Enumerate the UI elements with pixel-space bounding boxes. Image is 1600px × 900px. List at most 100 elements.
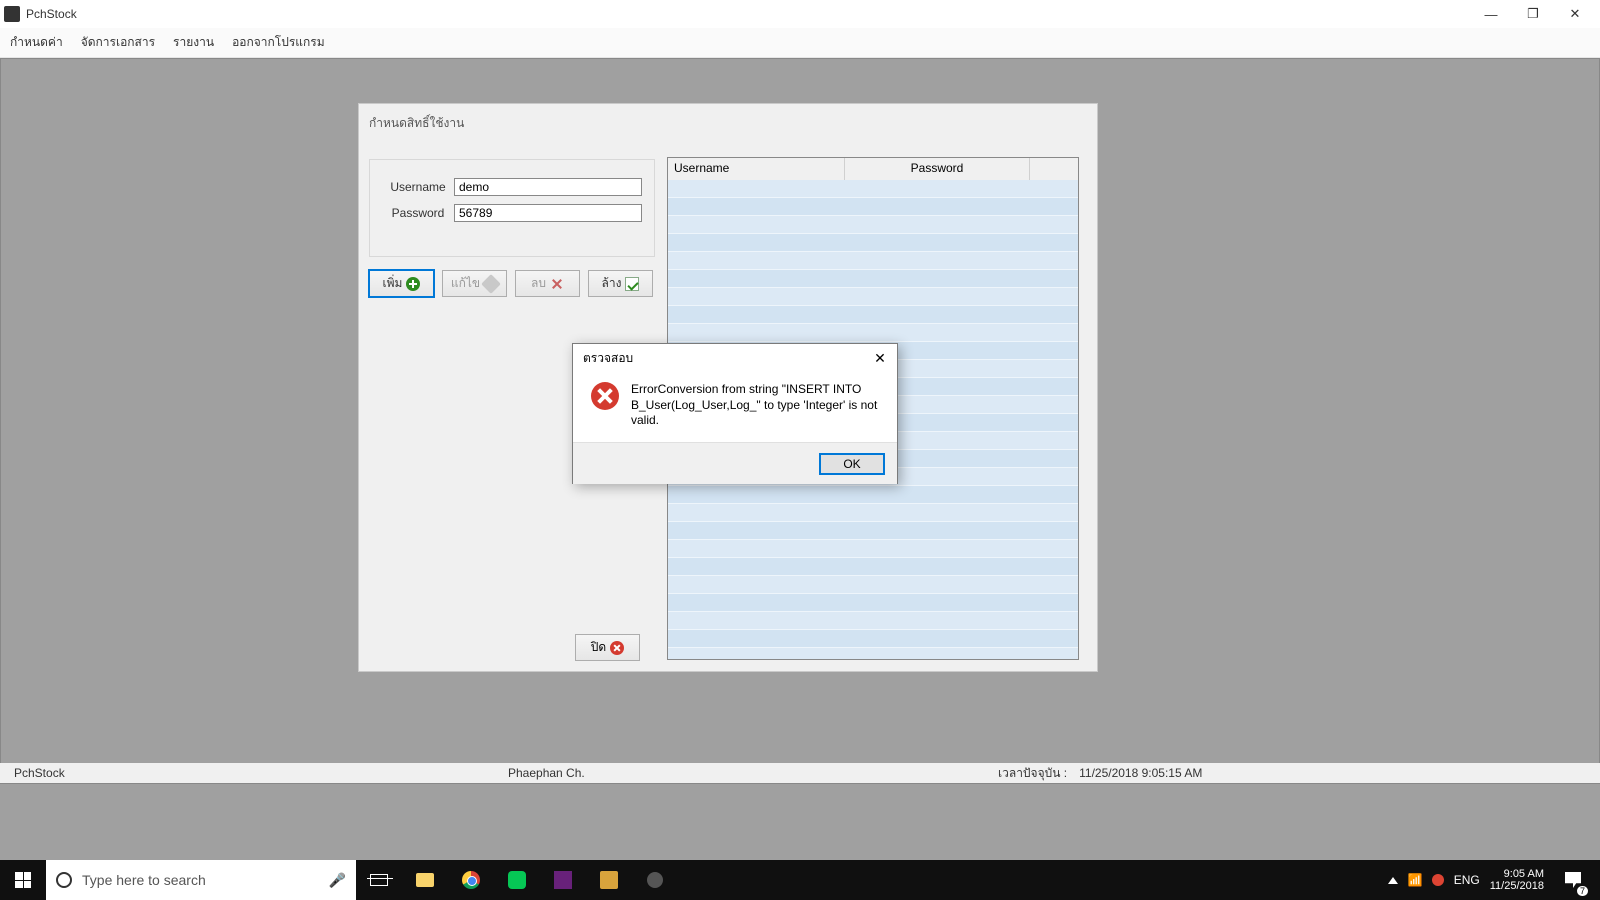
add-button[interactable]: เพิ่ม [369, 270, 434, 297]
grid-row[interactable] [668, 576, 1078, 594]
taskbar-search[interactable]: Type here to search 🎤 [46, 860, 356, 900]
tray-date: 11/25/2018 [1490, 880, 1544, 892]
status-bar: PchStock Phaephan Ch. เวลาปัจจุบัน : 11/… [0, 763, 1600, 783]
check-icon [625, 277, 639, 291]
window-title: PchStock [26, 7, 1470, 21]
maximize-button[interactable]: ❐ [1512, 0, 1554, 28]
app-icon [600, 871, 618, 889]
grid-row[interactable] [668, 612, 1078, 630]
menu-bar: กำหนดค่า จัดการเอกสาร รายงาน ออกจากโปรแก… [0, 28, 1600, 58]
msgbox-text: ErrorConversion from string "INSERT INTO… [631, 382, 879, 442]
clear-button[interactable]: ล้าง [588, 270, 653, 297]
grid-row[interactable] [668, 630, 1078, 648]
wifi-icon[interactable]: 📶 [1408, 873, 1422, 887]
grid-header-password[interactable]: Password [845, 158, 1030, 180]
grid-row[interactable] [668, 180, 1078, 198]
grid-row[interactable] [668, 648, 1078, 659]
tray-language[interactable]: ENG [1454, 873, 1480, 887]
window-close-button[interactable]: ✕ [1554, 0, 1596, 28]
input-group: Username Password [369, 159, 655, 257]
gear-icon [647, 872, 663, 888]
plus-icon [406, 277, 420, 291]
search-placeholder: Type here to search [82, 872, 206, 888]
title-bar: PchStock — ❐ ✕ [0, 0, 1600, 28]
action-center-button[interactable]: 7 [1554, 860, 1592, 900]
grid-row[interactable] [668, 504, 1078, 522]
tray-time: 9:05 AM [1490, 868, 1544, 880]
notification-icon [1565, 872, 1581, 888]
taskview-icon [370, 874, 388, 886]
error-message-box: ตรวจสอบ ✕ ErrorConversion from string "I… [572, 343, 898, 484]
close-form-button[interactable]: ปิด [575, 634, 640, 661]
edit-button-label: แก้ไข [451, 274, 480, 293]
grid-row[interactable] [668, 486, 1078, 504]
grid-row[interactable] [668, 324, 1078, 342]
windows-taskbar: Type here to search 🎤 📶 ENG 9:05 AM 11/2… [0, 860, 1600, 900]
power-icon [610, 641, 624, 655]
menu-item-reports[interactable]: รายงาน [173, 33, 214, 52]
grid-row[interactable] [668, 594, 1078, 612]
taskbar-settings[interactable] [632, 860, 678, 900]
taskbar-visualstudio[interactable] [540, 860, 586, 900]
tray-status-icon[interactable] [1432, 874, 1444, 886]
line-icon [508, 871, 526, 889]
tray-clock[interactable]: 9:05 AM 11/25/2018 [1490, 868, 1544, 892]
x-icon [550, 277, 564, 291]
password-label: Password [382, 206, 454, 220]
taskbar-chrome[interactable] [448, 860, 494, 900]
chrome-icon [462, 871, 480, 889]
app-icon [4, 6, 20, 22]
status-time-label: เวลาปัจจุบัน : [998, 764, 1067, 783]
grid-row[interactable] [668, 540, 1078, 558]
delete-button-label: ลบ [531, 274, 546, 293]
edit-button[interactable]: แก้ไข [442, 270, 507, 297]
taskbar-app[interactable] [586, 860, 632, 900]
status-user-name: Phaephan Ch. [508, 766, 998, 780]
menu-item-documents[interactable]: จัดการเอกสาร [81, 33, 155, 52]
grid-row[interactable] [668, 198, 1078, 216]
grid-row[interactable] [668, 306, 1078, 324]
grid-row[interactable] [668, 216, 1078, 234]
grid-header-row: Username Password [668, 158, 1078, 180]
msgbox-close-button[interactable]: ✕ [869, 348, 891, 368]
status-time-value: 11/25/2018 9:05:15 AM [1079, 766, 1202, 780]
taskbar-line[interactable] [494, 860, 540, 900]
msgbox-title-bar: ตรวจสอบ ✕ [573, 344, 897, 372]
grid-row[interactable] [668, 558, 1078, 576]
start-button[interactable] [0, 860, 46, 900]
minimize-button[interactable]: — [1470, 0, 1512, 28]
delete-button[interactable]: ลบ [515, 270, 580, 297]
msgbox-footer: OK [573, 442, 897, 484]
microphone-icon[interactable]: 🎤 [329, 872, 346, 889]
grid-row[interactable] [668, 234, 1078, 252]
menu-item-settings[interactable]: กำหนดค่า [10, 33, 63, 52]
folder-icon [416, 873, 434, 887]
password-input[interactable] [454, 204, 642, 222]
clear-button-label: ล้าง [602, 274, 622, 293]
error-icon [591, 382, 619, 410]
task-view-button[interactable] [356, 860, 402, 900]
visual-studio-icon [554, 871, 572, 889]
grid-header-username[interactable]: Username [668, 158, 845, 180]
username-input[interactable] [454, 178, 642, 196]
grid-row[interactable] [668, 252, 1078, 270]
menu-item-exit[interactable]: ออกจากโปรแกรม [232, 33, 325, 52]
msgbox-body: ErrorConversion from string "INSERT INTO… [573, 372, 897, 442]
msgbox-title: ตรวจสอบ [583, 349, 869, 368]
search-icon [56, 872, 72, 888]
grid-row[interactable] [668, 288, 1078, 306]
form-title: กำหนดสิทธิ์ใช้งาน [369, 114, 464, 133]
close-button-label: ปิด [591, 638, 606, 657]
msgbox-ok-button[interactable]: OK [819, 453, 885, 475]
username-label: Username [382, 180, 454, 194]
tray-overflow-icon[interactable] [1388, 877, 1398, 884]
action-button-row: เพิ่ม แก้ไข ลบ ล้าง [369, 270, 653, 297]
pencil-icon [481, 274, 501, 294]
system-tray: 📶 ENG 9:05 AM 11/25/2018 7 [1388, 860, 1600, 900]
windows-logo-icon [15, 872, 31, 888]
grid-row[interactable] [668, 270, 1078, 288]
grid-header-spacer [1030, 158, 1078, 180]
notification-badge: 7 [1577, 886, 1588, 896]
taskbar-file-explorer[interactable] [402, 860, 448, 900]
grid-row[interactable] [668, 522, 1078, 540]
